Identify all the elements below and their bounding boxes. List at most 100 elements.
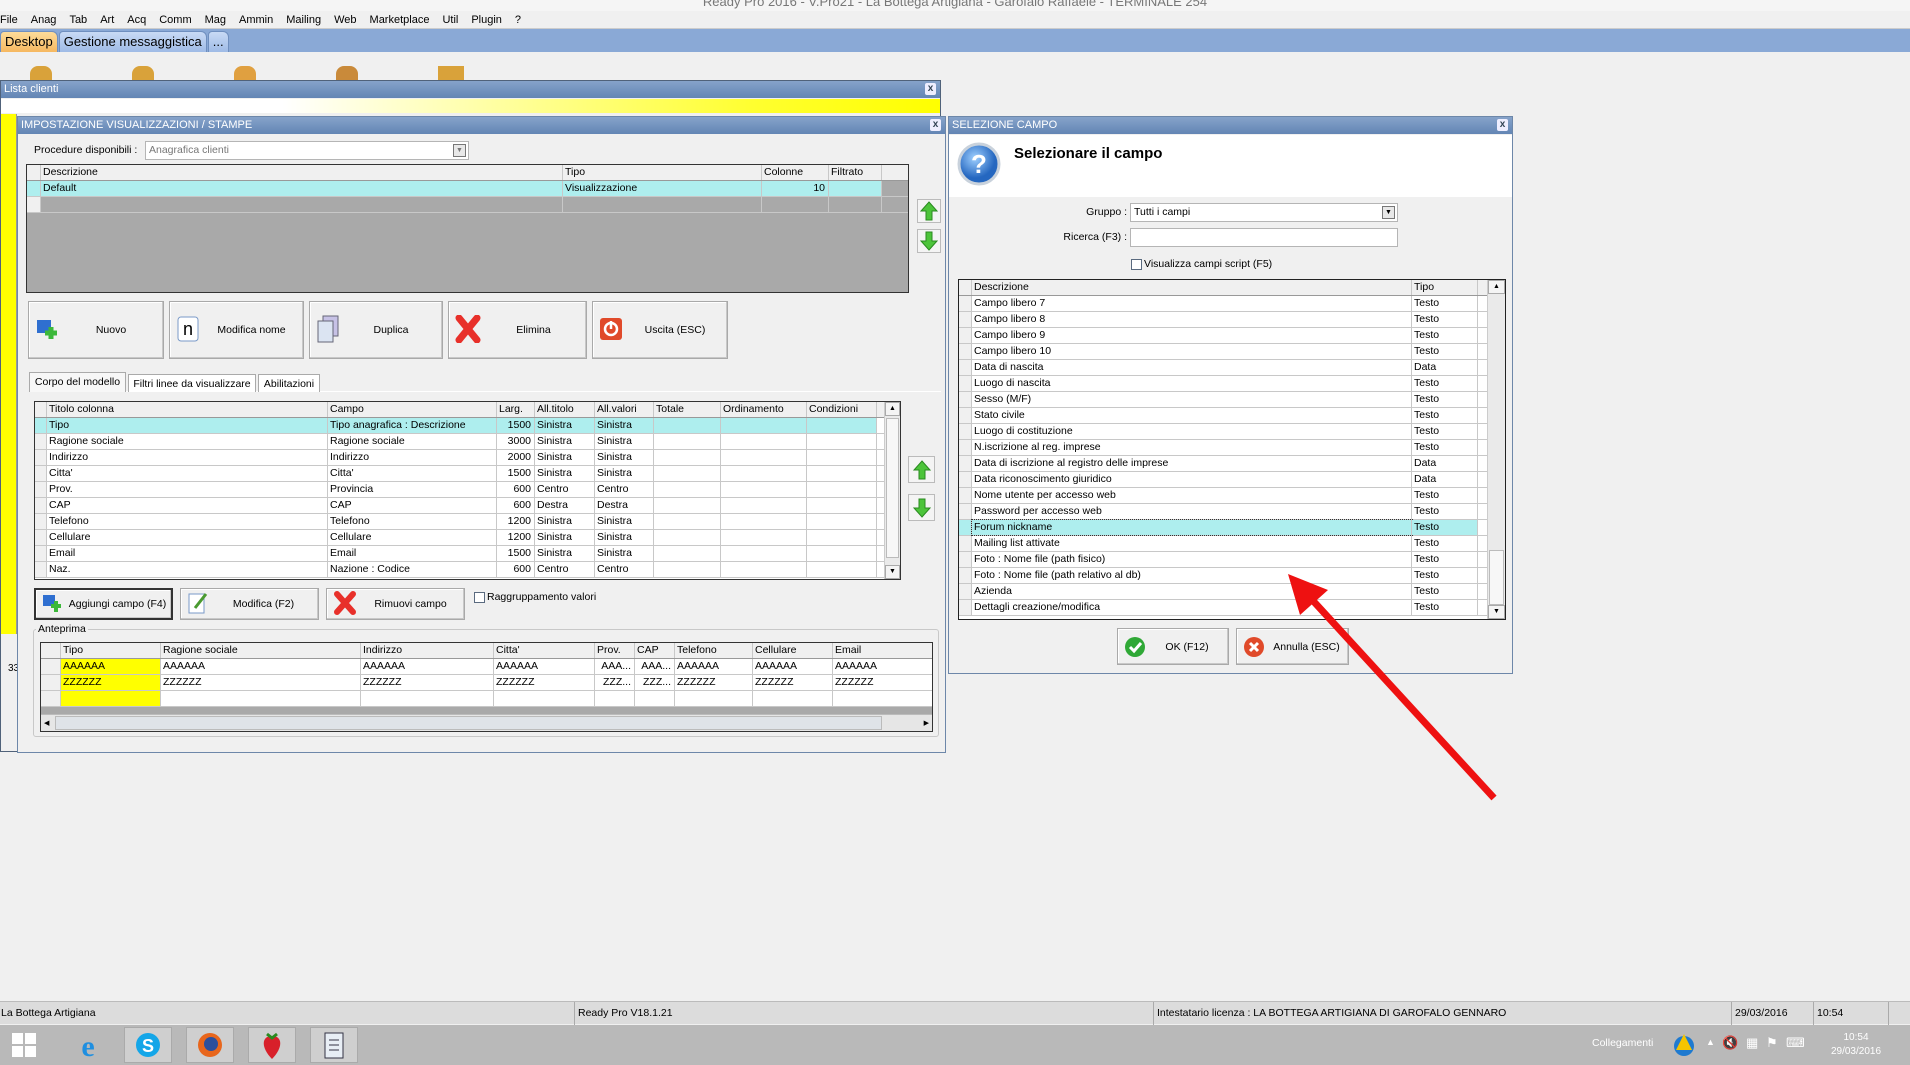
models-grid[interactable]: Descrizione Tipo Colonne Filtrato Default Vis… bbox=[26, 164, 909, 293]
customer-icon[interactable] bbox=[30, 66, 52, 80]
edit-field-button[interactable]: Modifica (F2) bbox=[180, 588, 319, 620]
row-indicator[interactable] bbox=[959, 344, 972, 359]
tray-expand-icon[interactable]: ▲ bbox=[1706, 1037, 1715, 1047]
column-down-button[interactable] bbox=[908, 494, 935, 521]
row-indicator[interactable] bbox=[35, 546, 47, 561]
row-indicator[interactable] bbox=[41, 643, 61, 658]
row-indicator[interactable] bbox=[35, 482, 47, 497]
row-indicator[interactable] bbox=[41, 659, 61, 674]
row-indicator[interactable] bbox=[959, 392, 972, 407]
customer-icon[interactable] bbox=[132, 66, 154, 80]
row-indicator[interactable] bbox=[35, 514, 47, 529]
table-row[interactable]: Campo libero 9 Testo bbox=[959, 328, 1505, 344]
subtab-2[interactable]: Abilitazioni bbox=[258, 374, 320, 392]
menu-item[interactable]: Anag bbox=[25, 14, 64, 26]
close-icon[interactable]: x bbox=[925, 83, 936, 95]
close-icon[interactable]: x bbox=[1497, 119, 1508, 131]
table-row[interactable]: Tipo Tipo anagrafica : Descrizione 1500 Sin… bbox=[35, 418, 900, 434]
row-indicator[interactable] bbox=[41, 691, 61, 706]
agent-icon[interactable] bbox=[336, 66, 358, 80]
table-row[interactable]: Prov. Provincia 600 Centro Centro bbox=[35, 482, 900, 498]
table-row[interactable]: Ragione sociale Ragione sociale 3000 Sinist… bbox=[35, 434, 900, 450]
row-indicator[interactable] bbox=[959, 472, 972, 487]
row-indicator[interactable] bbox=[959, 360, 972, 375]
row-indicator[interactable] bbox=[959, 584, 972, 599]
checkbox[interactable] bbox=[474, 591, 485, 603]
row-indicator[interactable] bbox=[959, 456, 972, 471]
menu-item[interactable]: File bbox=[0, 14, 25, 26]
scroll-thumb[interactable] bbox=[886, 418, 899, 558]
menu-item[interactable]: Ammin bbox=[233, 14, 280, 26]
column-up-button[interactable] bbox=[908, 456, 935, 483]
row-indicator[interactable] bbox=[35, 562, 47, 577]
field-list[interactable]: Descrizione Tipo Campo libero 7 Testo Campo … bbox=[958, 279, 1506, 620]
table-row[interactable]: Data di iscrizione al registro delle imp… bbox=[959, 456, 1505, 472]
menu-item[interactable]: Util bbox=[436, 14, 465, 26]
grouping-checkbox[interactable]: Raggruppamento valori bbox=[474, 591, 596, 603]
table-row[interactable]: Foto : Nome file (path fisico) Testo bbox=[959, 552, 1505, 568]
people-icon[interactable] bbox=[234, 66, 256, 80]
remove-field-button[interactable]: Rimuovi campo bbox=[326, 588, 465, 620]
checkbox[interactable] bbox=[1131, 258, 1142, 270]
row-indicator[interactable] bbox=[35, 450, 47, 465]
rename-button[interactable]: n Modifica nome bbox=[169, 301, 304, 359]
table-row[interactable]: Cellulare Cellulare 1200 Sinistra Sinistra bbox=[35, 530, 900, 546]
table-row[interactable]: Luogo di costituzione Testo bbox=[959, 424, 1505, 440]
row-indicator[interactable] bbox=[959, 568, 972, 583]
scroll-down-icon[interactable]: ▼ bbox=[885, 565, 900, 579]
table-row[interactable]: Forum nickname Testo bbox=[959, 519, 1505, 536]
menu-item[interactable]: Mag bbox=[199, 14, 233, 26]
table-row[interactable]: Stato civile Testo bbox=[959, 408, 1505, 424]
table-row[interactable]: Azienda Testo bbox=[959, 584, 1505, 600]
table-row[interactable]: Default Visualizzazione 10 bbox=[27, 181, 908, 197]
table-row[interactable] bbox=[27, 197, 908, 213]
gruppo-select[interactable]: Tutti i campi ▼ bbox=[1130, 203, 1398, 222]
table-row[interactable]: Citta' Citta' 1500 Sinistra Sinistra bbox=[35, 466, 900, 482]
table-row[interactable]: Data riconoscimento giuridico Data bbox=[959, 472, 1505, 488]
row-indicator[interactable] bbox=[959, 280, 972, 295]
row-indicator[interactable] bbox=[35, 434, 47, 449]
table-row[interactable] bbox=[41, 691, 932, 707]
scroll-up-icon[interactable]: ▲ bbox=[1488, 280, 1505, 294]
delete-button[interactable]: Elimina bbox=[448, 301, 587, 359]
row-indicator[interactable] bbox=[959, 488, 972, 503]
chevron-down-icon[interactable]: ▼ bbox=[1382, 206, 1395, 219]
taskbar-skype[interactable]: S bbox=[124, 1027, 172, 1063]
start-button[interactable] bbox=[0, 1027, 48, 1063]
row-indicator[interactable] bbox=[959, 312, 972, 327]
table-row[interactable]: Foto : Nome file (path relativo al db) Te… bbox=[959, 568, 1505, 584]
scroll-left-icon[interactable]: ◀ bbox=[44, 719, 49, 727]
scroll-right-icon[interactable]: ▶ bbox=[924, 719, 929, 727]
table-row[interactable]: Campo libero 10 Testo bbox=[959, 344, 1505, 360]
close-icon[interactable]: x bbox=[930, 119, 941, 131]
tab-0[interactable]: Desktop bbox=[0, 31, 58, 52]
row-indicator[interactable] bbox=[35, 530, 47, 545]
taskbar-firefox[interactable] bbox=[186, 1027, 234, 1063]
keyboard-icon[interactable]: ⌨ bbox=[1786, 1035, 1805, 1051]
table-row[interactable]: Indirizzo Indirizzo 2000 Sinistra Sinistra bbox=[35, 450, 900, 466]
move-down-button[interactable] bbox=[917, 229, 941, 253]
exit-button[interactable]: Uscita (ESC) bbox=[592, 301, 728, 359]
new-button[interactable]: Nuovo bbox=[28, 301, 164, 359]
menu-item[interactable]: Art bbox=[94, 14, 121, 26]
row-indicator[interactable] bbox=[27, 181, 41, 196]
taskbar-ie[interactable]: e bbox=[64, 1027, 112, 1063]
row-indicator[interactable] bbox=[959, 520, 972, 535]
horizontal-scrollbar[interactable]: ◀ ▶ bbox=[41, 714, 932, 731]
row-indicator[interactable] bbox=[27, 165, 41, 180]
menu-item[interactable]: Web bbox=[328, 14, 363, 26]
package-icon[interactable] bbox=[438, 66, 464, 80]
table-row[interactable]: Data di nascita Data bbox=[959, 360, 1505, 376]
row-indicator[interactable] bbox=[959, 424, 972, 439]
scroll-thumb[interactable] bbox=[55, 716, 882, 730]
scroll-thumb[interactable] bbox=[1489, 550, 1504, 605]
table-row[interactable]: Campo libero 8 Testo bbox=[959, 312, 1505, 328]
row-indicator[interactable] bbox=[959, 328, 972, 343]
network-icon[interactable]: ▦ bbox=[1746, 1035, 1758, 1051]
row-indicator[interactable] bbox=[959, 600, 972, 615]
script-fields-checkbox[interactable]: Visualizza campi script (F5) bbox=[1131, 258, 1272, 270]
preview-grid[interactable]: Tipo Ragione sociale Indirizzo Citta' Prov. C… bbox=[40, 642, 933, 732]
table-row[interactable]: Luogo di nascita Testo bbox=[959, 376, 1505, 392]
vertical-scrollbar[interactable]: ▲ ▼ bbox=[884, 402, 900, 579]
row-indicator[interactable] bbox=[35, 498, 47, 513]
